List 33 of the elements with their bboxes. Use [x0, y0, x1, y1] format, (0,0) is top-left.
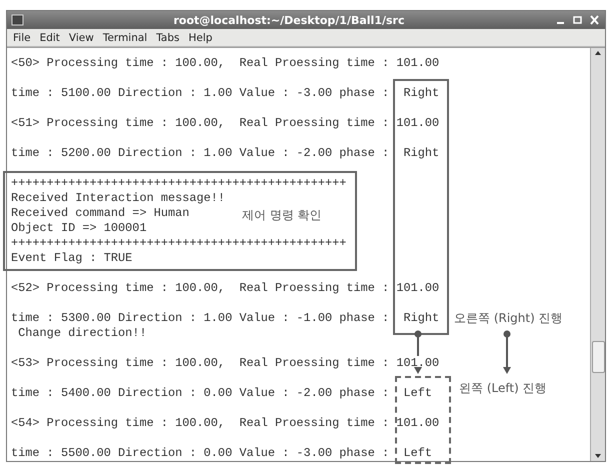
terminal-line: +++++++++++++++++++++++++++++++++++++++++++++++	[11, 176, 346, 191]
scroll-thumb[interactable]	[592, 341, 604, 373]
terminal-line: <54> Processing time : 100.00, Real Proessing time : 101.00	[11, 416, 440, 431]
terminal-line: time : 5500.00 Direction : 0.00 Value : -3.00 phase : Left	[11, 446, 432, 461]
annotation-label: 오른쪽 (Right) 진행	[454, 311, 563, 326]
terminal-line: <50> Processing time : 100.00, Real Proessing time : 101.00	[11, 56, 440, 71]
terminal-line: <53> Processing time : 100.00, Real Proessing time : 101.00	[11, 356, 440, 371]
terminal-line: time : 5100.00 Direction : 1.00 Value : -3.00 phase : Right	[11, 86, 440, 101]
scrollbar[interactable]	[590, 48, 605, 461]
menu-item[interactable]: File	[13, 32, 31, 44]
menu-item[interactable]: Edit	[40, 32, 60, 44]
annotation-label: 왼쪽 (Left) 진행	[459, 381, 547, 396]
arrow	[502, 330, 512, 374]
terminal-line: time : 5200.00 Direction : 1.00 Value : -2.00 phase : Right	[11, 146, 440, 161]
menu-item[interactable]: Help	[188, 32, 212, 44]
terminal-line: time : 5300.00 Direction : 1.00 Value : -1.00 phase : Right	[11, 311, 440, 326]
menu-item[interactable]: View	[68, 32, 94, 44]
annotation-label: 제어 명령 확인	[242, 208, 322, 223]
menu-item[interactable]: Terminal	[102, 32, 148, 44]
terminal-line: <52> Processing time : 100.00, Real Proessing time : 101.00	[11, 281, 440, 296]
terminal-line: +++++++++++++++++++++++++++++++++++++++++++++++	[11, 236, 346, 251]
terminal-line: Object ID => 100001	[11, 221, 147, 236]
close-icon[interactable]	[588, 14, 601, 26]
maximize-icon[interactable]	[571, 14, 584, 26]
terminal-line: Received command => Human	[11, 206, 190, 221]
terminal-line: <51> Processing time : 100.00, Real Proessing time : 101.00	[11, 116, 440, 131]
terminal-line: Event Flag : TRUE	[11, 251, 132, 266]
terminal-line: Change direction!!	[17, 326, 147, 341]
menu-item[interactable]: Tabs	[156, 32, 180, 44]
terminal-line: Received Interaction message!!	[11, 191, 226, 206]
terminal-icon	[11, 14, 24, 26]
window-title: root@localhost:~/Desktop/1/Ball1/src	[172, 14, 406, 26]
terminal-line: time : 5400.00 Direction : 0.00 Value : -2.00 phase : Left	[11, 386, 432, 401]
